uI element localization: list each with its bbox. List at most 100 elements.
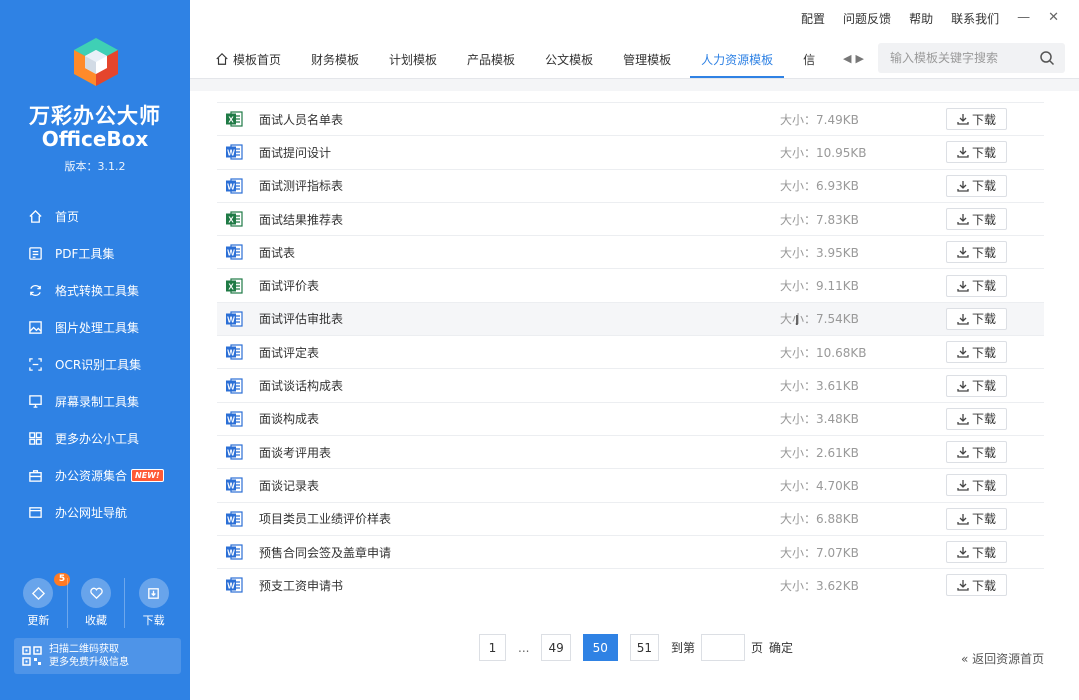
download-icon — [957, 313, 969, 325]
tab-hr[interactable]: 人力资源模板 — [686, 40, 788, 78]
sidebar-item-image[interactable]: 图片处理工具集 — [0, 309, 190, 346]
tab-scroll-right-icon[interactable]: ▶ — [855, 52, 863, 65]
update-button[interactable]: 5 更新 — [10, 573, 70, 628]
download-button[interactable]: 下载 — [946, 507, 1007, 530]
download-button[interactable]: 下载 — [946, 441, 1007, 464]
file-name: 面试评估审批表 — [259, 312, 344, 327]
goto-confirm-button[interactable]: 确定 — [769, 639, 793, 656]
page-button-prev[interactable]: 49 — [541, 634, 571, 661]
file-size: 大小：2.61KB — [780, 445, 859, 460]
tab-scroll-left-icon[interactable]: ◀ — [843, 52, 851, 65]
download-button[interactable]: 下载 — [946, 241, 1007, 264]
list-item[interactable]: W 预支工资申请书 大小：3.62KB 下载 — [217, 568, 1044, 601]
download-button[interactable]: 下载 — [946, 474, 1007, 497]
svg-text:W: W — [227, 382, 235, 391]
close-button[interactable]: ✕ — [1048, 10, 1059, 27]
settings-link[interactable]: 配置 — [801, 10, 825, 27]
briefcase-icon — [27, 468, 43, 484]
file-name: 预支工资申请书 — [259, 578, 344, 593]
sidebar-item-web-nav[interactable]: 办公网址导航 — [0, 494, 190, 531]
tab-official-doc[interactable]: 公文模板 — [530, 40, 608, 78]
svg-text:W: W — [227, 582, 235, 591]
category-tabs: 模板首页 财务模板 计划模板 产品模板 公文模板 管理模板 人力资源模板 信 — [190, 40, 868, 78]
download-button[interactable]: 下载 — [946, 574, 1007, 597]
sidebar-item-convert[interactable]: 格式转换工具集 — [0, 272, 190, 309]
download-label: 下载 — [971, 379, 996, 394]
download-button[interactable]: 下载 — [946, 274, 1007, 297]
image-icon — [27, 320, 43, 336]
qr-promo[interactable]: 扫描二维码获取 更多免费升级信息 — [14, 638, 181, 674]
excel-file-icon: X — [226, 211, 243, 227]
sidebar-item-label: 屏幕录制工具集 — [55, 395, 140, 409]
favorites-label: 收藏 — [85, 614, 107, 627]
download-button[interactable]: 下载 — [946, 374, 1007, 397]
svg-text:X: X — [228, 215, 234, 224]
sidebar-item-more-tools[interactable]: 更多办公小工具 — [0, 420, 190, 457]
svg-text:W: W — [227, 149, 235, 158]
list-item[interactable]: W 面谈构成表 大小：3.48KB 下载 — [217, 401, 1044, 435]
list-item[interactable]: W 预售合同会签及盖章申请 大小：7.07KB 下载 — [217, 534, 1044, 568]
sidebar-item-resources[interactable]: 办公资源集合 NEW! — [0, 457, 190, 494]
list-item[interactable]: X 面试评价表 大小：9.11KB 下载 — [217, 268, 1044, 301]
goto-page-input[interactable] — [701, 634, 746, 661]
downloads-button[interactable]: 下载 — [124, 578, 182, 628]
download-button[interactable]: 下载 — [946, 141, 1007, 164]
list-item[interactable]: X 面试结果推荐表 大小：7.83KB 下载 — [217, 201, 1044, 235]
page-button-first[interactable]: 1 — [479, 634, 506, 661]
download-button[interactable]: 下载 — [946, 208, 1007, 231]
tab-product[interactable]: 产品模板 — [452, 40, 530, 78]
list-item[interactable]: W 面试评定表 大小：10.68KB 下载 — [217, 335, 1044, 368]
tab-finance[interactable]: 财务模板 — [296, 40, 374, 78]
list-item[interactable]: W 面谈记录表 大小：4.70KB 下载 — [217, 468, 1044, 501]
page-button-next[interactable]: 51 — [629, 634, 660, 661]
help-link[interactable]: 帮助 — [909, 10, 933, 27]
download-button[interactable]: 下载 — [946, 407, 1007, 430]
list-item[interactable]: W 面试提问设计 大小：10.95KB 下载 — [217, 135, 1044, 168]
file-name: 面试评价表 — [259, 279, 320, 294]
file-name: 面试评定表 — [259, 345, 320, 360]
download-button[interactable]: 下载 — [946, 341, 1007, 364]
list-item[interactable]: W 项目类员工业绩评价样表 大小：6.88KB 下载 — [217, 501, 1044, 535]
sidebar-item-screen[interactable]: 屏幕录制工具集 — [0, 383, 190, 420]
download-label: 下载 — [971, 478, 996, 493]
file-name: 面试测评指标表 — [259, 179, 344, 194]
file-size: 大小：6.93KB — [780, 179, 859, 194]
favorites-button[interactable]: 收藏 — [66, 578, 125, 628]
convert-icon — [27, 283, 43, 299]
search-icon[interactable] — [1039, 50, 1055, 66]
page-button-current[interactable]: 50 — [582, 634, 618, 661]
template-search — [878, 43, 1065, 73]
list-item[interactable]: W 面试谈话构成表 大小：3.61KB 下载 — [217, 368, 1044, 401]
tab-more[interactable]: 信 — [788, 40, 830, 78]
sidebar-item-ocr[interactable]: OCR识别工具集 — [0, 346, 190, 383]
sidebar-item-label: 办公资源集合 — [55, 469, 128, 483]
list-item[interactable]: W 面试测评指标表 大小：6.93KB 下载 — [217, 168, 1044, 202]
sidebar-nav: 首页 PDF工具集 格式转换工具集 图片处理工具集 OCR识别工具集 屏幕录制工… — [0, 198, 190, 531]
file-size: 大小：7.83KB — [780, 212, 859, 227]
download-button[interactable]: 下载 — [946, 307, 1007, 330]
sidebar-item-label: PDF工具集 — [55, 247, 115, 261]
search-input[interactable] — [878, 43, 1028, 73]
list-item[interactable]: W 面试表 大小：3.95KB 下载 — [217, 235, 1044, 268]
minimize-button[interactable]: — — [1017, 10, 1030, 27]
download-icon — [957, 580, 969, 591]
back-to-resources-link[interactable]: « 返回资源首页 — [961, 650, 1044, 667]
file-name: 面谈考评用表 — [259, 445, 332, 460]
list-item[interactable]: X 面试人员名单表 大小：7.49KB 下载 — [217, 102, 1044, 135]
download-button[interactable]: 下载 — [946, 174, 1007, 197]
feedback-link[interactable]: 问题反馈 — [843, 10, 891, 27]
list-item[interactable]: W 面试评估审批表 大小：7.54KB 下载 — [217, 301, 1044, 336]
tab-plan[interactable]: 计划模板 — [374, 40, 452, 78]
tab-management[interactable]: 管理模板 — [608, 40, 686, 78]
download-button[interactable]: 下载 — [946, 541, 1007, 563]
qr-code-icon — [22, 646, 42, 666]
svg-text:X: X — [228, 115, 234, 124]
svg-text:W: W — [227, 515, 235, 524]
contact-link[interactable]: 联系我们 — [951, 10, 999, 27]
download-button[interactable]: 下载 — [946, 108, 1007, 131]
sidebar-item-home[interactable]: 首页 — [0, 198, 190, 235]
file-size: 大小：7.49KB — [780, 112, 859, 127]
list-item[interactable]: W 面谈考评用表 大小：2.61KB 下载 — [217, 434, 1044, 468]
tab-template-home[interactable]: 模板首页 — [190, 40, 296, 78]
sidebar-item-pdf[interactable]: PDF工具集 — [0, 235, 190, 272]
